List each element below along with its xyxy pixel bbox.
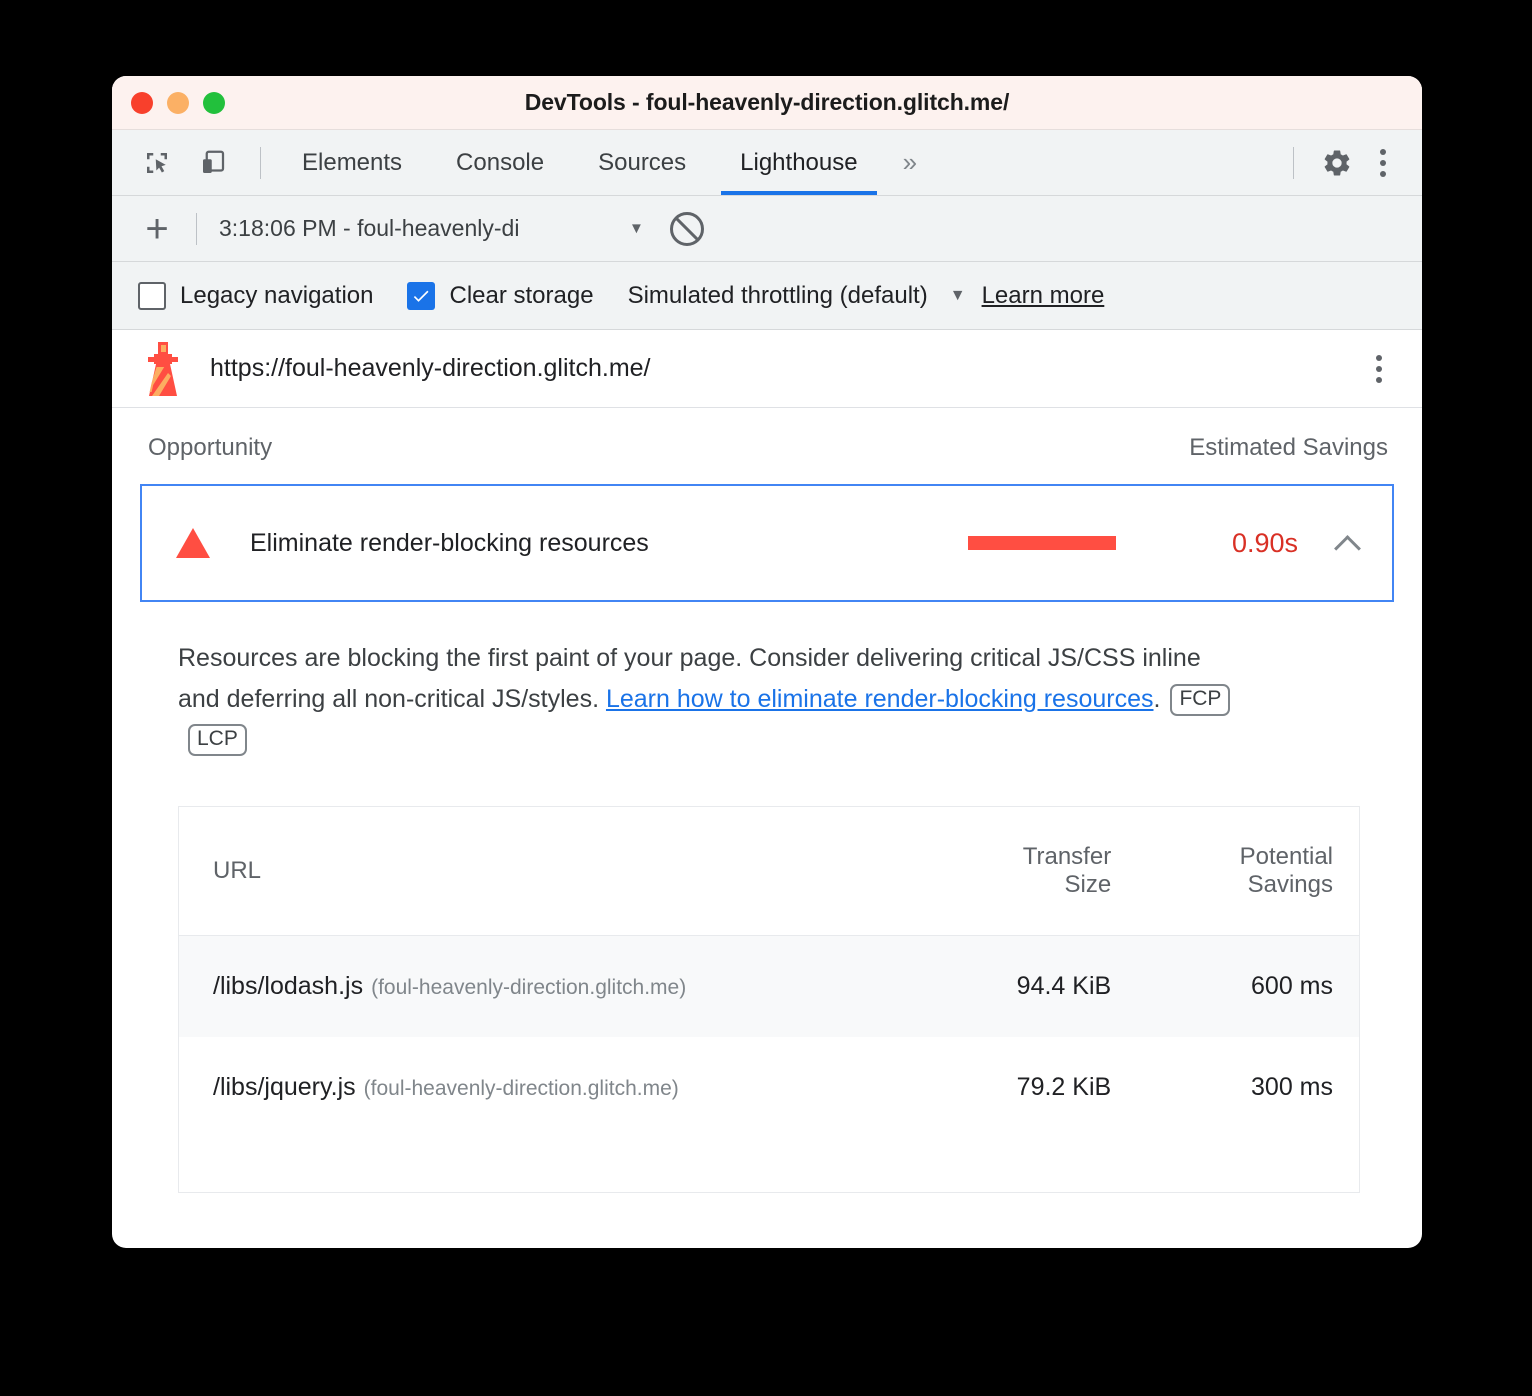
opportunity-title: Eliminate render-blocking resources bbox=[250, 528, 649, 557]
toolbar-divider bbox=[260, 146, 261, 179]
lighthouse-options-bar: Legacy navigation Clear storage Simulate… bbox=[112, 262, 1422, 330]
resource-url-cell: /libs/jquery.js (foul-heavenly-direction.… bbox=[179, 1037, 863, 1138]
table-header-row: URL Transfer Size Potential Savings bbox=[179, 806, 1359, 936]
chevron-up-icon[interactable] bbox=[1336, 530, 1362, 556]
panel-tabs: Elements Console Sources Lighthouse » bbox=[275, 130, 931, 195]
column-header-url: URL bbox=[179, 806, 864, 936]
chevron-down-icon: ▼ bbox=[629, 220, 644, 237]
report-url: https://foul-heavenly-direction.glitch.m… bbox=[210, 354, 651, 382]
resource-host: (foul-heavenly-direction.glitch.me) bbox=[371, 975, 687, 999]
tabbar-actions bbox=[1279, 139, 1422, 187]
title-bar: DevTools - foul-heavenly-direction.glitc… bbox=[112, 76, 1422, 130]
screenshot-stage: DevTools - foul-heavenly-direction.glitc… bbox=[0, 0, 1532, 1396]
transfer-size-line2: Size bbox=[1064, 870, 1112, 898]
opportunity-header-label: Opportunity bbox=[148, 434, 273, 461]
metric-badge-fcp: FCP bbox=[1170, 683, 1231, 716]
report-select[interactable]: 3:18:06 PM - foul-heavenly-di ▼ bbox=[219, 215, 644, 242]
legacy-navigation-label: Legacy navigation bbox=[180, 281, 374, 309]
more-tabs-icon[interactable]: » bbox=[885, 147, 931, 178]
transfer-size-cell: 79.2 KiB bbox=[1016, 1072, 1112, 1101]
throttling-chevron-down-icon[interactable]: ▼ bbox=[950, 287, 966, 305]
devtools-window: DevTools - foul-heavenly-direction.glitc… bbox=[112, 76, 1422, 1248]
opportunity-description: Resources are blocking the first paint o… bbox=[112, 602, 1302, 760]
tab-elements[interactable]: Elements bbox=[275, 130, 429, 195]
opportunity-column-header: Opportunity Estimated Savings bbox=[112, 408, 1422, 484]
checkbox-unchecked-icon bbox=[138, 281, 166, 310]
potential-savings-cell: 300 ms bbox=[1251, 1072, 1333, 1101]
estimated-savings-header-label: Estimated Savings bbox=[1189, 434, 1388, 461]
window-title: DevTools - foul-heavenly-direction.glitc… bbox=[524, 89, 1010, 115]
resource-host: (foul-heavenly-direction.glitch.me) bbox=[363, 1076, 679, 1100]
metric-badge-lcp: LCP bbox=[188, 724, 247, 757]
savings-value: 0.90s bbox=[1231, 527, 1298, 558]
lighthouse-run-toolbar: + 3:18:06 PM - foul-heavenly-di ▼ bbox=[112, 196, 1422, 262]
kebab-menu-icon[interactable] bbox=[1366, 139, 1400, 187]
column-header-potential-savings: Potential Savings bbox=[1111, 806, 1359, 936]
table-row: /libs/jquery.js (foul-heavenly-direction.… bbox=[179, 1037, 1359, 1138]
opportunity-metrics: 0.90s bbox=[968, 528, 1362, 559]
potential-savings-line2: Savings bbox=[1247, 870, 1333, 898]
tool-icon-group bbox=[112, 140, 275, 186]
resource-path: /libs/jquery.js bbox=[213, 1072, 356, 1101]
potential-savings-cell: 600 ms bbox=[1111, 935, 1359, 1037]
resource-path: /libs/lodash.js bbox=[213, 971, 364, 1000]
throttling-label[interactable]: Simulated throttling (default) bbox=[628, 282, 928, 310]
legacy-navigation-checkbox[interactable]: Legacy navigation bbox=[138, 281, 374, 310]
learn-more-link[interactable]: Learn more bbox=[982, 282, 1105, 310]
tab-sources[interactable]: Sources bbox=[571, 130, 713, 195]
column-header-transfer-size: Transfer Size bbox=[863, 806, 1112, 936]
description-link[interactable]: Learn how to eliminate render-blocking r… bbox=[606, 685, 1154, 713]
table-footer-spacer bbox=[179, 1137, 1359, 1192]
no-entry-icon[interactable] bbox=[669, 211, 704, 246]
render-blocking-resources-table: URL Transfer Size Potential Savings /lib… bbox=[178, 805, 1360, 1193]
savings-bar bbox=[968, 536, 1116, 550]
report-kebab-menu-icon[interactable] bbox=[1362, 345, 1396, 393]
devtools-tab-bar: Elements Console Sources Lighthouse » bbox=[112, 130, 1422, 196]
clear-storage-checkbox[interactable]: Clear storage bbox=[407, 281, 594, 310]
actions-divider bbox=[1293, 146, 1294, 179]
runbar-divider bbox=[196, 212, 197, 245]
report-content: Opportunity Estimated Savings Eliminate … bbox=[112, 408, 1422, 1193]
transfer-size-line1: Transfer bbox=[1022, 842, 1112, 870]
report-select-value: 3:18:06 PM - foul-heavenly-di bbox=[219, 215, 520, 241]
warning-triangle-icon bbox=[176, 528, 210, 558]
checkbox-checked-icon bbox=[407, 281, 436, 310]
clear-storage-label: Clear storage bbox=[449, 281, 594, 309]
table-row: /libs/lodash.js (foul-heavenly-direction.… bbox=[179, 935, 1359, 1037]
description-text-end: . bbox=[1153, 684, 1161, 713]
report-header: https://foul-heavenly-direction.glitch.m… bbox=[112, 330, 1422, 408]
lighthouse-icon bbox=[140, 340, 186, 398]
opportunity-row-render-blocking[interactable]: Eliminate render-blocking resources 0.90… bbox=[140, 484, 1394, 602]
new-report-button[interactable]: + bbox=[134, 209, 180, 249]
device-toolbar-icon[interactable] bbox=[190, 140, 236, 186]
potential-savings-line1: Potential bbox=[1239, 842, 1333, 870]
tab-lighthouse[interactable]: Lighthouse bbox=[713, 130, 884, 195]
resource-url-cell: /libs/lodash.js (foul-heavenly-direction.… bbox=[179, 935, 864, 1037]
inspect-element-icon[interactable] bbox=[134, 140, 180, 186]
gear-icon[interactable] bbox=[1314, 140, 1360, 186]
transfer-size-cell: 94.4 KiB bbox=[863, 935, 1112, 1037]
tab-console[interactable]: Console bbox=[429, 130, 571, 195]
